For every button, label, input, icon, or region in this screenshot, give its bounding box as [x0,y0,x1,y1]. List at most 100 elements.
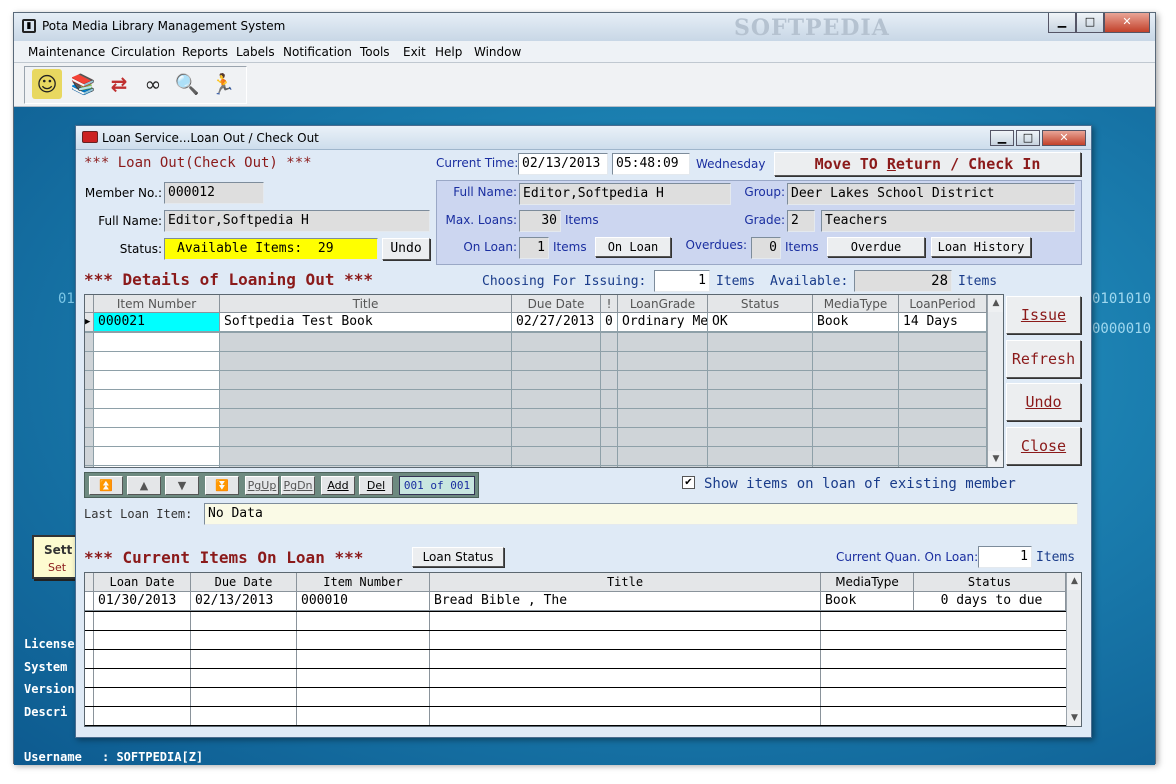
cg-cell-media-type: Book [821,592,914,611]
col-media-type[interactable]: MediaType [813,295,899,313]
main-close-button[interactable]: ✕ [1104,13,1150,33]
col-status[interactable]: Status [708,295,813,313]
dialog-titlebar: Loan Service...Loan Out / Check Out ▁ □ … [76,126,1091,150]
available-count-field: 28 [854,270,952,292]
cell-flag: 0 [601,313,618,332]
cg-col-status[interactable]: Status [914,573,1066,592]
current-date-field: 02/13/2013 [518,153,608,175]
row-indicator: ▶ [85,313,94,332]
menu-help[interactable]: Help [435,45,462,59]
last-loan-label: Last Loan Item: [84,507,193,521]
menu-labels[interactable]: Labels [236,45,275,59]
cg-row-indicator [85,592,94,611]
grade-label: Grade: [744,213,785,227]
menubar: Maintenance Circulation Reports Labels N… [14,41,1155,63]
dialog-minimize-button[interactable]: ▁ [990,130,1014,146]
books-icon[interactable]: 📚 [68,69,98,99]
cg-cell-title: Bread Bible , The [430,592,821,611]
last-record-icon[interactable]: ⏬ [205,476,239,495]
scroll-down-icon[interactable]: ▼ [988,451,1003,467]
col-item-number[interactable]: Item Number [94,295,220,313]
member-no-field[interactable]: 000012 [164,182,264,204]
table-row[interactable]: ▶ 000021 Softpedia Test Book 02/27/2013 … [85,313,987,332]
cg-col-media-type[interactable]: MediaType [821,573,914,592]
current-scroll-up-icon[interactable]: ▲ [1067,573,1081,590]
undo-button[interactable]: Undo [1006,383,1081,421]
menu-notification[interactable]: Notification [283,45,352,59]
overdues-field: 0 [751,237,781,259]
member-no-label: Member No.: [84,186,162,200]
dialog-title: Loan Service...Loan Out / Check Out [102,131,319,145]
runner-icon[interactable]: 🏃 [208,69,238,99]
current-grid-scrollbar[interactable]: ▲ ▼ [1066,573,1081,726]
status-undo-button[interactable]: Undo [382,238,430,260]
main-maximize-button[interactable]: □ [1076,13,1104,33]
cg-col-loan-date[interactable]: Loan Date [94,573,191,592]
cell-title: Softpedia Test Book [220,313,512,332]
watermark: SOFTPEDIA [734,15,890,41]
glasses-icon[interactable]: ∞ [138,69,168,99]
col-title[interactable]: Title [220,295,512,313]
loan-status-button[interactable]: Loan Status [412,547,504,567]
app-book-icon: ▮ [22,19,36,33]
col-flag[interactable]: ! [601,295,618,313]
current-quan-items-label: Items [1036,550,1076,565]
max-loans-field: 30 [519,210,561,232]
dialog-maximize-button[interactable]: □ [1016,130,1040,146]
loan-grid-scrollbar[interactable]: ▲ ▼ [987,295,1003,467]
menu-exit[interactable]: Exit [403,45,426,59]
printer-icon [82,131,98,143]
del-button[interactable]: Del [359,476,393,495]
next-record-icon[interactable]: ▼ [165,476,199,495]
menu-circulation[interactable]: Circulation [111,45,175,59]
col-loan-grade[interactable]: LoanGrade [618,295,708,313]
cg-col-title[interactable]: Title [430,573,821,592]
on-loan-field: 1 [519,237,549,259]
search-icon[interactable]: 🔍 [172,69,202,99]
on-loan-button[interactable]: On Loan [595,237,671,257]
current-grid-empty-area [85,611,1066,726]
cg-col-due-date[interactable]: Due Date [191,573,297,592]
overdue-button[interactable]: Overdue [827,237,925,257]
main-titlebar: ▮ Pota Media Library Management System S… [14,13,1155,41]
menu-window[interactable]: Window [474,45,521,59]
current-items-heading: *** Current Items On Loan *** [84,548,364,567]
current-quan-label: Current Quan. On Loan: [836,550,979,564]
first-record-icon[interactable]: ⏫ [89,476,123,495]
col-due-date[interactable]: Due Date [512,295,601,313]
on-loan-label: On Loan: [463,240,517,254]
close-button[interactable]: Close [1006,427,1081,465]
available-label: Available: [770,274,849,289]
loan-out-heading: *** Loan Out(Check Out) *** [84,155,312,171]
loan-history-button[interactable]: Loan History [931,237,1031,257]
max-loans-label: Max. Loans: [445,213,517,227]
grid-column-lines [85,332,987,467]
main-minimize-button[interactable]: ▁ [1048,13,1076,33]
refresh-button[interactable]: Refresh [1006,340,1081,378]
add-button[interactable]: Add [321,476,355,495]
issue-button[interactable]: Issue [1006,296,1081,334]
binary-decoration-right-1: 0101010 [1092,291,1152,307]
dialog-body: *** Loan Out(Check Out) *** Current Time… [80,150,1088,735]
cell-item-number[interactable]: 000021 [94,313,220,332]
menu-reports[interactable]: Reports [182,45,228,59]
cg-col-item-number[interactable]: Item Number [297,573,430,592]
prev-record-icon[interactable]: ▲ [127,476,161,495]
col-loan-period[interactable]: LoanPeriod [899,295,987,313]
page-up-button[interactable]: PgUp [245,476,279,495]
member-icon[interactable]: ☺ [32,69,62,99]
show-items-checkbox[interactable]: ✔ [682,476,695,489]
move-to-return-text-1: Move TO [814,155,887,173]
scroll-up-icon[interactable]: ▲ [988,295,1003,312]
current-quan-field: 1 [978,546,1032,568]
page-down-button[interactable]: PgDn [281,476,315,495]
cg-cell-due-date: 02/13/2013 [191,592,297,611]
current-scroll-down-icon[interactable]: ▼ [1067,710,1081,726]
dialog-close-button[interactable]: ✕ [1042,130,1086,146]
list-item[interactable]: 01/30/2013 02/13/2013 000010 Bread Bible… [85,592,1066,611]
overdues-items-label: Items [785,240,819,254]
circulation-icon[interactable]: ⇄ [104,69,134,99]
menu-tools[interactable]: Tools [360,45,390,59]
menu-maintenance[interactable]: Maintenance [28,45,105,59]
move-to-return-button[interactable]: Move TO Return / Check In [774,152,1081,176]
